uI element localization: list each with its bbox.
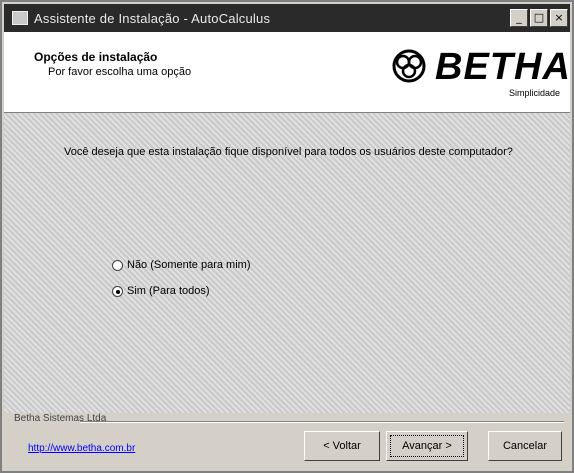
option-only-me-label: Não (Somente para mim) <box>127 259 251 271</box>
wizard-header: Opções de instalação Por favor escolha u… <box>4 32 570 113</box>
logo-tagline: Simplicidade <box>509 88 561 98</box>
app-icon <box>12 11 28 25</box>
minimize-button[interactable]: _ <box>510 9 528 27</box>
website-link[interactable]: http://www.betha.com.br <box>28 443 135 454</box>
cancel-button[interactable]: Cancelar <box>488 431 562 461</box>
page-subtitle: Por favor escolha uma opção <box>48 66 192 78</box>
option-only-me[interactable]: Não (Somente para mim) <box>112 259 251 271</box>
title-bar[interactable]: Assistente de Instalação - AutoCalculus … <box>4 4 570 32</box>
wizard-footer: Betha Sistemas Ltda http://www.betha.com… <box>4 413 570 471</box>
wizard-content: Você deseja que esta instalação fique di… <box>4 113 570 413</box>
window-title: Assistente de Instalação - AutoCalculus <box>34 10 271 26</box>
page-title: Opções de instalação <box>34 50 158 64</box>
betha-logo: BETHA Simplicidade <box>389 40 570 100</box>
betha-logo-mark <box>392 49 426 83</box>
next-button[interactable]: Avançar > <box>386 431 468 461</box>
installer-window: Assistente de Instalação - AutoCalculus … <box>0 0 574 473</box>
option-all-users[interactable]: Sim (Para todos) <box>112 285 210 297</box>
close-button[interactable]: × <box>550 9 568 27</box>
question-text: Você deseja que esta instalação fique di… <box>64 146 513 158</box>
maximize-button[interactable]: □ <box>530 9 548 27</box>
back-button[interactable]: < Voltar <box>304 431 380 461</box>
radio-all-users[interactable] <box>112 285 123 297</box>
logo-text: BETHA <box>435 46 571 88</box>
option-all-users-label: Sim (Para todos) <box>127 285 210 297</box>
footer-separator <box>80 421 564 423</box>
radio-only-me[interactable] <box>112 259 123 271</box>
